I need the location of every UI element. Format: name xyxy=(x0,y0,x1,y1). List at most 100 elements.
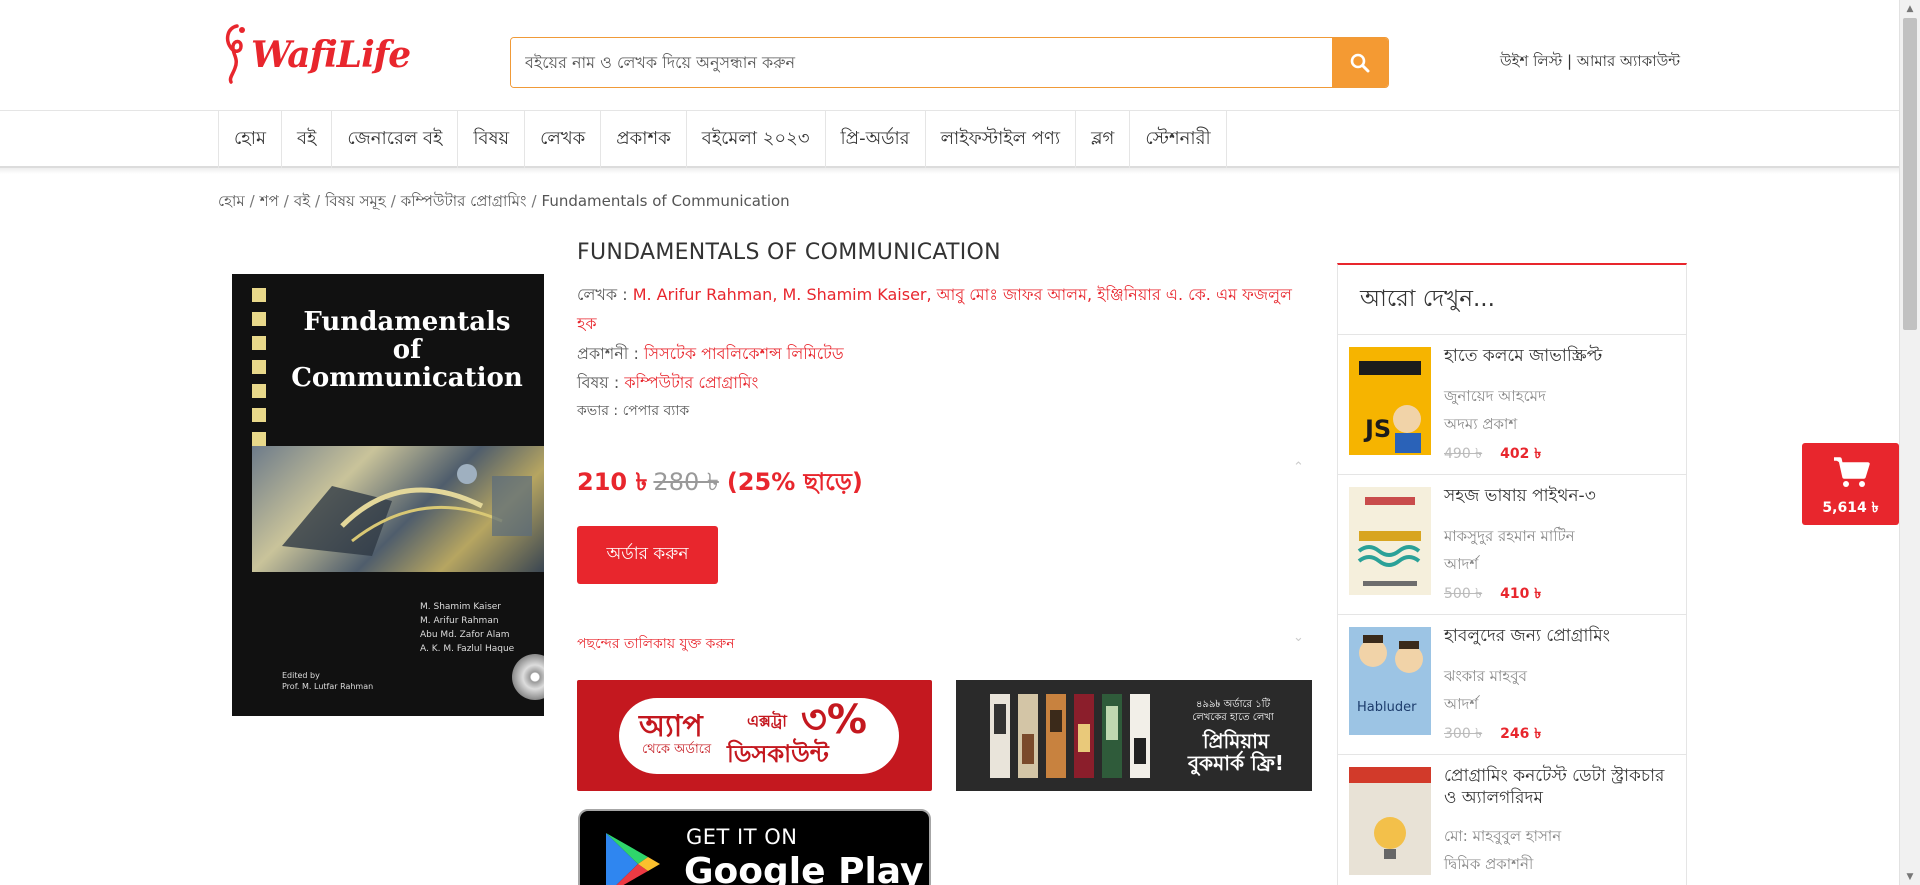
google-play-small-text: GET IT ON xyxy=(686,825,798,849)
site-header: WafiLife উইশ লিস্ট | আমার অ্যাকাউন্ট xyxy=(0,0,1920,110)
old-price: 280 ৳ xyxy=(653,468,719,496)
author-links[interactable]: M. Arifur Rahman, M. Shamim Kaiser, আবু … xyxy=(633,285,1292,304)
add-to-wishlist-link[interactable]: পছন্দের তালিকায় যুক্ত করুন xyxy=(577,632,735,656)
related-book-title[interactable]: হাতে কলমে জাভাস্ক্রিপ্ট xyxy=(1444,345,1674,367)
search-button[interactable] xyxy=(1332,38,1388,87)
breadcrumb-subjects[interactable]: বিষয় সমূহ xyxy=(325,192,386,210)
related-book-title[interactable]: সহজ ভাষায় পাইথন-৩ xyxy=(1444,485,1674,507)
cover-title: Fundamentals of Communication xyxy=(287,308,527,392)
related-book-new-price: 402 ৳ xyxy=(1500,446,1542,462)
product-authors: লেখক : M. Arifur Rahman, M. Shamim Kaise… xyxy=(577,280,1312,338)
scroll-up-arrow-icon[interactable]: ▲ xyxy=(1900,0,1920,17)
page-scrollbar[interactable]: ▲ ▼ xyxy=(1899,0,1920,885)
related-book-new-price: 410 ৳ xyxy=(1500,586,1542,602)
nav-item-stationery[interactable]: স্টেশনারী xyxy=(1130,111,1227,168)
svg-text:Habluder: Habluder xyxy=(1357,700,1417,715)
nav-item-general-books[interactable]: জেনারেল বই xyxy=(332,111,459,168)
breadcrumb-books[interactable]: বই xyxy=(294,192,310,210)
bookmark-image xyxy=(1046,694,1066,778)
product-price: 210 ৳ 280 ৳ (25% ছাড়ে) xyxy=(577,464,863,504)
nav-item-authors[interactable]: লেখক xyxy=(525,111,602,168)
bookmark-offer-banner[interactable]: ৪৯৯৳ অর্ডারে ১টি লেখকের হাতে লেখা প্রিমি… xyxy=(956,680,1312,791)
book-thumbnail[interactable] xyxy=(1349,767,1431,875)
floating-cart-button[interactable]: 5,614 ৳ xyxy=(1802,443,1899,525)
breadcrumb-category[interactable]: কম্পিউটার প্রোগ্রামিং xyxy=(401,192,527,210)
book-thumbnail-art xyxy=(1349,767,1431,859)
links-separator: | xyxy=(1567,52,1573,70)
nav-item-subjects[interactable]: বিষয় xyxy=(458,111,526,168)
book-thumbnail[interactable] xyxy=(1349,487,1431,595)
related-book-price: 490 ৳ 402 ৳ xyxy=(1444,442,1541,466)
account-link[interactable]: আমার অ্যাকাউন্ট xyxy=(1577,52,1680,70)
cover-title-line: of xyxy=(392,335,422,365)
nav-item-publishers[interactable]: প্রকাশক xyxy=(601,111,687,168)
account-links: উইশ লিস্ট | আমার অ্যাকাউন্ট xyxy=(1500,50,1680,75)
related-book-publisher: আদর্শ xyxy=(1444,555,1479,573)
related-book-author: মাকসুদুর রহমান মাটিন xyxy=(1444,527,1575,545)
related-book-title[interactable]: প্রোগ্রামিং কনটেস্ট ডেটা স্ট্রাকচার ও অ্… xyxy=(1444,765,1674,809)
banner-discount-text: ডিসকাউন্ট xyxy=(727,740,829,768)
nav-item-books[interactable]: বই xyxy=(282,111,333,168)
bookmark-image xyxy=(1018,694,1038,778)
banner-sub-text: থেকে অর্ডারে xyxy=(642,742,712,757)
google-play-badge[interactable]: GET IT ON Google Play xyxy=(578,809,931,885)
related-book-price: 300 ৳ 246 ৳ xyxy=(1444,722,1541,746)
related-book-title[interactable]: হাবলুদের জন্য প্রোগ্রামিং xyxy=(1444,625,1674,647)
cover-author: Abu Md. Zafor Alam xyxy=(420,630,510,640)
order-button[interactable]: অর্ডার করুন xyxy=(577,526,718,584)
book-thumbnail-art xyxy=(1357,497,1421,586)
logo-mark-icon xyxy=(225,24,245,84)
nav-item-home[interactable]: হোম xyxy=(219,111,282,168)
book-cover-image[interactable]: Fundamentals of Communication M. Shamim … xyxy=(232,274,544,716)
product-details: FUNDAMENTALS OF COMMUNICATION লেখক : M. … xyxy=(577,240,1312,652)
cover-photo-art xyxy=(282,464,532,556)
cart-total: 5,614 ৳ xyxy=(1822,500,1879,516)
breadcrumb-separator: / xyxy=(531,192,537,210)
cover-photo xyxy=(252,446,544,572)
nav-item-blog[interactable]: ব্লগ xyxy=(1076,111,1131,168)
related-book-old-price: 500 ৳ xyxy=(1444,586,1483,602)
related-book-item[interactable]: JS হাতে কলমে জাভাস্ক্রিপ্ট জুনায়েদ আহমে… xyxy=(1338,335,1686,475)
chevron-up-icon[interactable]: ⌃ xyxy=(1293,460,1304,475)
related-book-new-price: 246 ৳ xyxy=(1500,726,1542,742)
bookmark-image xyxy=(1102,694,1122,778)
related-books-sidebar: আরো দেখুন... JS হাতে কলমে জাভাস্ক্রিপ্ট … xyxy=(1337,263,1687,885)
related-book-publisher: দ্বিমিক প্রকাশনী xyxy=(1444,855,1534,873)
bookmark-offer-big-text: প্রিমিয়াম বুকমার্ক ফ্রি! xyxy=(1188,729,1284,775)
product-subject: বিষয় : কম্পিউটার প্রোগ্রামিং xyxy=(577,368,758,397)
breadcrumb-home[interactable]: হোম xyxy=(218,192,245,210)
scroll-down-arrow-icon[interactable]: ▼ xyxy=(1900,868,1920,885)
scrollbar-thumb[interactable] xyxy=(1903,18,1917,330)
chevron-down-icon[interactable]: ⌄ xyxy=(1293,630,1304,645)
cover-author: M. Arifur Rahman xyxy=(420,616,499,626)
publisher-link[interactable]: সিসটেক পাবলিকেশন্স লিমিটেড xyxy=(644,344,844,363)
nav-item-pre-order[interactable]: প্রি-অর্ডার xyxy=(826,111,926,168)
author-links-continued[interactable]: হক xyxy=(577,314,597,333)
related-book-item[interactable]: প্রোগ্রামিং কনটেস্ট ডেটা স্ট্রাকচার ও অ্… xyxy=(1338,755,1686,885)
app-discount-banner[interactable]: অ্যাপ থেকে অর্ডারে এক্সট্রা ৩% ডিসকাউন্ট xyxy=(577,680,932,791)
wishlist-link[interactable]: উইশ লিস্ট xyxy=(1500,52,1562,70)
banner-extra-text: এক্সট্রা xyxy=(747,711,787,731)
book-thumbnail-art: JS xyxy=(1359,361,1421,453)
svg-text:JS: JS xyxy=(1363,415,1391,443)
cover-title-line: Fundamentals xyxy=(303,307,511,337)
related-book-item[interactable]: সহজ ভাষায় পাইথন-৩ মাকসুদুর রহমান মাটিন … xyxy=(1338,475,1686,615)
nav-item-book-fair[interactable]: বইমেলা ২০২৩ xyxy=(687,111,826,168)
bookmark-image xyxy=(990,694,1010,778)
subject-link[interactable]: কম্পিউটার প্রোগ্রামিং xyxy=(624,373,758,392)
site-logo[interactable]: WafiLife xyxy=(221,22,411,86)
related-book-author: মো: মাহবুবুল হাসান xyxy=(1444,827,1562,845)
bookmark-offer-small-text: ৪৯৯৳ অর্ডারে ১টি লেখকের হাতে লেখা xyxy=(1192,699,1274,723)
breadcrumb-separator: / xyxy=(249,192,255,210)
main-nav: হোম বই জেনারেল বই বিষয় লেখক প্রকাশক বইম… xyxy=(0,110,1920,168)
search-input[interactable] xyxy=(511,38,1332,87)
cover-title-line: Communication xyxy=(291,363,523,393)
breadcrumb-separator: / xyxy=(390,192,396,210)
subject-label: বিষয় : xyxy=(577,373,620,392)
book-thumbnail[interactable]: Habluder xyxy=(1349,627,1431,735)
book-thumbnail[interactable]: JS xyxy=(1349,347,1431,455)
related-book-item[interactable]: Habluder হাবলুদের জন্য প্রোগ্রামিং ঝংকার… xyxy=(1338,615,1686,755)
nav-item-lifestyle[interactable]: লাইফস্টাইল পণ্য xyxy=(926,111,1077,168)
discount-label: (25% ছাড়ে) xyxy=(726,468,863,496)
breadcrumb-shop[interactable]: শপ xyxy=(260,192,279,210)
